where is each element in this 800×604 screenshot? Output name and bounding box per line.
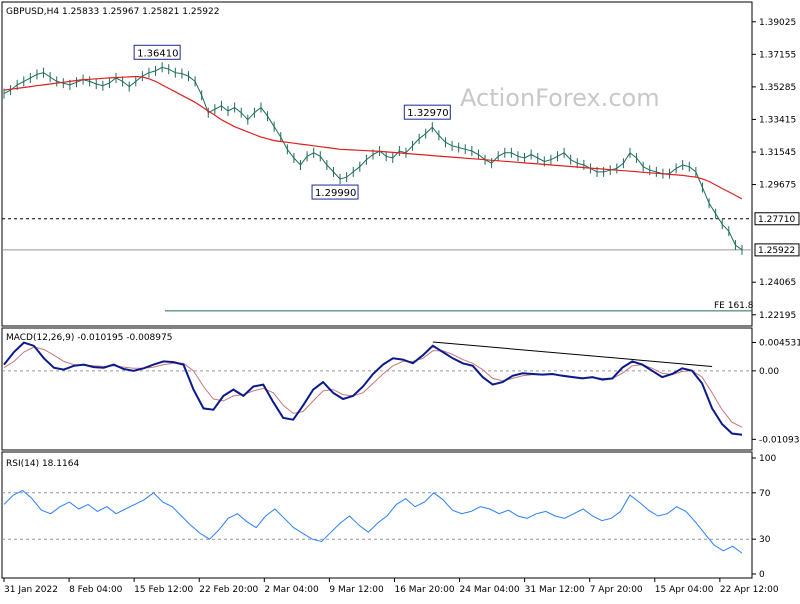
price-y-tick-label: 1.29675	[759, 181, 796, 191]
price-y-tick-label: 1.33415	[759, 115, 796, 125]
x-tick-label: 24 Mar 04:00	[460, 585, 520, 595]
x-tick-label: 8 Feb 04:00	[69, 585, 123, 595]
x-tick-label: 2 Mar 04:00	[264, 585, 319, 595]
x-tick-label: 15 Apr 04:00	[655, 585, 714, 595]
macd-y-tick-label: 0.00	[759, 367, 779, 377]
price-y-tick-label: 1.37155	[759, 50, 796, 60]
price-y-tick-label: 1.24065	[759, 278, 796, 288]
rsi-y-axis: 100 70 30 0	[2, 454, 776, 580]
macd-y-tick-label: 0.004531	[759, 338, 800, 348]
rsi-series	[3, 489, 743, 554]
macd-y-tick-label: -0.010939	[759, 435, 800, 445]
price-levels: 1.27710 1.25922 FE 161.8	[2, 212, 800, 312]
x-tick-label: 31 Jan 2022	[4, 585, 58, 595]
macd-y-axis: 0.004531 0.00 -0.010939	[2, 338, 800, 445]
price-y-tick-label: 1.39025	[759, 18, 796, 28]
rsi-pane-title: RSI(14) 18.1164	[6, 459, 79, 469]
x-tick-label: 22 Apr 12:00	[720, 585, 779, 595]
price-level-tag: 1.27710	[758, 215, 795, 225]
price-annotation-label: 1.29990	[315, 188, 356, 199]
macd-series	[3, 341, 743, 436]
rsi-y-tick-label: 0	[759, 570, 765, 580]
price-annotation-label: 1.32970	[407, 108, 448, 119]
price-y-tick-label: 1.22195	[759, 311, 796, 321]
rsi-line	[3, 489, 743, 554]
macd-pane-title: MACD(12,26,9) -0.010195 -0.008975	[6, 333, 172, 343]
x-tick-label: 7 Apr 20:00	[590, 585, 643, 595]
macd-main-line	[3, 341, 743, 436]
chart-canvas: ActionForex.com GBPUSD,H4 1.25833 1.2596…	[1, 1, 800, 595]
x-tick-label: 16 Mar 20:00	[394, 585, 454, 595]
macd-trendline	[432, 341, 713, 367]
time-x-axis: 31 Jan 2022 8 Feb 04:00 15 Feb 12:00 22 Feb…	[3, 578, 779, 595]
price-annotations: 1.36410 1.32970 1.29990	[133, 44, 451, 200]
x-tick-label: 15 Feb 12:00	[134, 585, 193, 595]
x-tick-label: 9 Mar 12:00	[329, 585, 384, 595]
x-tick-label: 22 Feb 20:00	[199, 585, 258, 595]
x-tick-label: 31 Mar 12:00	[525, 585, 585, 595]
price-y-tick-label: 1.31545	[759, 148, 796, 158]
fe-label: FE 161.8	[714, 301, 754, 311]
rsi-y-tick-label: 100	[759, 454, 776, 464]
rsi-y-tick-label: 30	[759, 535, 771, 545]
price-annotation-label: 1.36410	[137, 48, 178, 59]
rsi-y-tick-label: 70	[759, 489, 771, 499]
chart-window: ActionForex.com GBPUSD,H4 1.25833 1.2596…	[0, 0, 800, 600]
macd-pane-frame	[1, 327, 753, 451]
price-level-tag: 1.25922	[758, 246, 795, 256]
price-y-axis: 1.39025 1.37155 1.35285 1.33415 1.31545 1.296…	[752, 18, 796, 321]
price-y-tick-label: 1.35285	[759, 83, 796, 93]
price-pane-title: GBPUSD,H4 1.25833 1.25967 1.25821 1.2592…	[6, 7, 219, 17]
watermark: ActionForex.com	[460, 84, 660, 112]
price-pane-frame	[1, 1, 753, 327]
rsi-pane-frame	[1, 451, 753, 579]
